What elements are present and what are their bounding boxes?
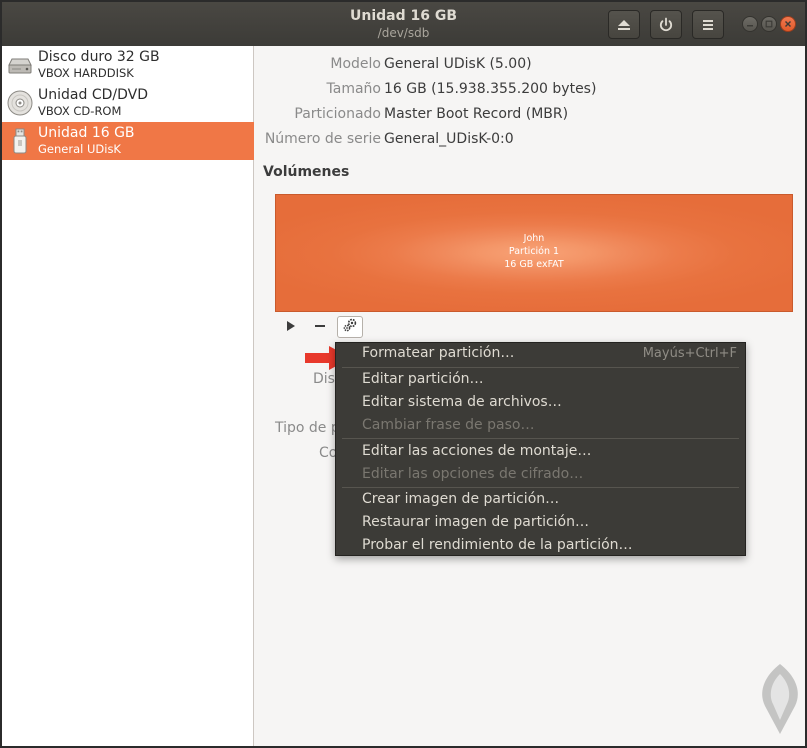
menu-item-label: Editar las acciones de montaje…	[362, 443, 592, 459]
type-label-partial: Tipo de p	[275, 420, 340, 436]
eject-button[interactable]	[608, 10, 640, 39]
power-icon	[658, 17, 674, 33]
menu-item-label: Probar el rendimiento de la partición…	[362, 537, 633, 553]
maximize-icon	[765, 20, 773, 28]
window-title: Unidad 16 GB	[349, 8, 458, 24]
menu-item-edit-partition[interactable]: Editar partición…	[336, 369, 745, 391]
maximize-button[interactable]	[761, 16, 777, 32]
menu-item-create-image[interactable]: Crear imagen de partición…	[336, 489, 745, 511]
menu-button[interactable]	[692, 10, 724, 39]
size-value: 16 GB (15.938.355.200 bytes)	[384, 81, 597, 97]
play-icon	[286, 319, 296, 335]
hard-disk-icon	[6, 51, 34, 79]
usb-drive-icon	[6, 127, 34, 155]
menu-item-label: Formatear partición…	[362, 345, 515, 361]
close-icon	[784, 20, 792, 28]
drive-list: Disco duro 32 GB VBOX HARDDISK Unidad CD…	[2, 46, 254, 746]
disks-window: Unidad 16 GB /dev/sdb Disco duro 32 GB V…	[0, 0, 807, 748]
menu-item-label: Editar sistema de archivos…	[362, 394, 562, 410]
watermark-logo-icon	[762, 664, 798, 734]
menu-item-edit-mount-options[interactable]: Editar las acciones de montaje…	[336, 441, 745, 463]
model-value: General UDisK (5.00)	[384, 56, 532, 72]
minus-icon	[315, 319, 325, 335]
menu-item-label: Editar partición…	[362, 371, 484, 387]
drive-item-cd-dvd[interactable]: Unidad CD/DVD VBOX CD-ROM	[2, 84, 254, 122]
partition-number: Partición 1	[508, 246, 560, 257]
hamburger-icon	[701, 18, 715, 32]
drive-model: VBOX CD-ROM	[38, 104, 122, 118]
mount-button[interactable]	[278, 316, 304, 338]
partition-options-button[interactable]	[337, 316, 363, 338]
drive-name: Disco duro 32 GB	[38, 49, 160, 65]
window-subtitle: /dev/sdb	[377, 26, 430, 40]
partitioning-value: Master Boot Record (MBR)	[384, 106, 569, 122]
menu-item-label: Cambiar frase de paso…	[362, 417, 535, 433]
volumes-heading: Volúmenes	[263, 164, 350, 180]
serial-label: Número de serie	[264, 131, 381, 147]
optical-disc-icon	[6, 89, 34, 117]
partition-size-fs: 16 GB exFAT	[504, 259, 564, 270]
menu-item-label: Editar las opciones de cifrado…	[362, 466, 584, 482]
menu-item-edit-filesystem[interactable]: Editar sistema de archivos…	[336, 392, 745, 414]
header-bar: Unidad 16 GB /dev/sdb	[2, 2, 805, 46]
partition-block[interactable]: John Partición 1 16 GB exFAT	[275, 194, 793, 312]
device-label-partial: Dis	[313, 371, 335, 387]
drive-item-usb[interactable]: Unidad 16 GB General UDisK	[2, 122, 254, 160]
menu-item-label: Crear imagen de partición…	[362, 491, 560, 507]
drive-name: Unidad 16 GB	[38, 125, 135, 141]
partition-context-menu: Formatear partición… Mayús+Ctrl+F Editar…	[335, 342, 746, 556]
model-label: Modelo	[330, 56, 381, 72]
power-off-button[interactable]	[650, 10, 682, 39]
menu-item-label: Restaurar imagen de partición…	[362, 514, 589, 530]
minimize-button[interactable]	[742, 16, 758, 32]
menu-item-shortcut: Mayús+Ctrl+F	[642, 346, 737, 361]
drive-model: General UDisK	[38, 142, 121, 156]
size-label: Tamaño	[326, 81, 381, 97]
menu-item-benchmark[interactable]: Probar el rendimiento de la partición…	[336, 535, 745, 557]
gears-icon	[342, 317, 358, 337]
minimize-icon	[746, 20, 754, 28]
partitioning-label: Particionado	[294, 106, 381, 122]
delete-partition-button[interactable]	[307, 316, 333, 338]
eject-icon	[617, 18, 631, 32]
menu-separator	[342, 367, 739, 368]
menu-separator	[342, 438, 739, 439]
drive-model: VBOX HARDDISK	[38, 66, 134, 80]
serial-value: General_UDisK-0:0	[384, 131, 514, 147]
drive-item-hard-disk[interactable]: Disco duro 32 GB VBOX HARDDISK	[2, 46, 254, 84]
drive-name: Unidad CD/DVD	[38, 87, 148, 103]
menu-separator	[342, 487, 739, 488]
partition-label: John	[523, 233, 545, 244]
close-button[interactable]	[780, 16, 796, 32]
menu-item-edit-encryption-options: Editar las opciones de cifrado…	[336, 464, 745, 486]
menu-item-change-passphrase: Cambiar frase de paso…	[336, 415, 745, 437]
menu-item-format-partition[interactable]: Formatear partición… Mayús+Ctrl+F	[336, 343, 745, 365]
menu-item-restore-image[interactable]: Restaurar imagen de partición…	[336, 512, 745, 534]
